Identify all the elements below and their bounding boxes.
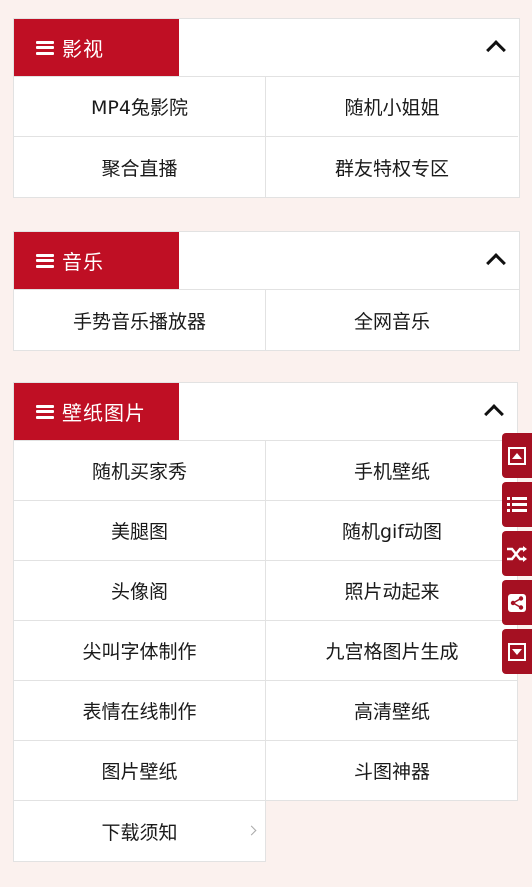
scroll-top-icon bbox=[508, 446, 526, 465]
link-item[interactable]: 全网音乐 bbox=[266, 290, 518, 350]
share-icon bbox=[508, 593, 526, 612]
chevron-right-icon bbox=[246, 825, 257, 836]
link-item[interactable]: 头像阁 bbox=[14, 561, 266, 621]
link-item[interactable]: 随机gif动图 bbox=[266, 501, 518, 561]
link-item[interactable]: 群友特权专区 bbox=[266, 137, 518, 197]
section-header[interactable]: 影视 bbox=[14, 19, 519, 77]
link-item[interactable]: 手机壁纸 bbox=[266, 441, 518, 501]
section-header[interactable]: 壁纸图片 bbox=[14, 383, 517, 441]
section-tag: 音乐 bbox=[14, 232, 179, 289]
link-item[interactable]: 尖叫字体制作 bbox=[14, 621, 266, 681]
link-grid: MP4兔影院 随机小姐姐 聚合直播 群友特权专区 bbox=[14, 77, 519, 197]
menu-icon bbox=[36, 40, 54, 55]
link-grid: 手势音乐播放器 全网音乐 bbox=[14, 290, 519, 350]
link-item[interactable]: 聚合直播 bbox=[14, 137, 266, 197]
link-item[interactable]: MP4兔影院 bbox=[14, 77, 266, 137]
shuffle-button[interactable] bbox=[502, 531, 532, 576]
link-item[interactable]: 随机小姐姐 bbox=[266, 77, 518, 137]
section-title: 壁纸图片 bbox=[62, 401, 146, 425]
list-button[interactable] bbox=[502, 482, 532, 527]
menu-icon bbox=[36, 253, 54, 268]
link-item[interactable]: 九宫格图片生成 bbox=[266, 621, 518, 681]
section-tag: 影视 bbox=[14, 19, 179, 76]
link-item[interactable]: 表情在线制作 bbox=[14, 681, 266, 741]
section-music: 音乐 手势音乐播放器 全网音乐 bbox=[13, 231, 520, 351]
shuffle-icon bbox=[507, 545, 527, 562]
section-title: 音乐 bbox=[62, 250, 104, 274]
scroll-bottom-icon bbox=[508, 642, 526, 661]
link-item[interactable]: 照片动起来 bbox=[266, 561, 518, 621]
scroll-top-button[interactable] bbox=[502, 433, 532, 478]
section-header[interactable]: 音乐 bbox=[14, 232, 519, 290]
link-item[interactable]: 随机买家秀 bbox=[14, 441, 266, 501]
link-item[interactable]: 图片壁纸 bbox=[14, 741, 266, 801]
chevron-up-icon[interactable] bbox=[484, 404, 504, 424]
section-wallpaper: 壁纸图片 随机买家秀 手机壁纸 美腿图 随机gif动图 头像阁 照片动起来 尖叫… bbox=[13, 382, 518, 862]
floating-toolbar bbox=[502, 433, 532, 678]
link-item[interactable]: 斗图神器 bbox=[266, 741, 518, 801]
section-title: 影视 bbox=[62, 37, 104, 61]
link-label: 下载须知 bbox=[101, 821, 178, 844]
chevron-up-icon[interactable] bbox=[486, 40, 506, 60]
link-item[interactable]: 美腿图 bbox=[14, 501, 266, 561]
link-item[interactable]: 手势音乐播放器 bbox=[14, 290, 266, 350]
menu-icon bbox=[36, 404, 54, 419]
section-tag: 壁纸图片 bbox=[14, 383, 179, 440]
section-video: 影视 MP4兔影院 随机小姐姐 聚合直播 群友特权专区 bbox=[13, 18, 520, 198]
link-item[interactable]: 高清壁纸 bbox=[266, 681, 518, 741]
link-item-download-notice[interactable]: 下载须知 bbox=[14, 801, 265, 861]
scroll-bottom-button[interactable] bbox=[502, 629, 532, 674]
link-grid: 随机买家秀 手机壁纸 美腿图 随机gif动图 头像阁 照片动起来 尖叫字体制作 … bbox=[14, 441, 518, 801]
list-icon bbox=[507, 496, 527, 512]
share-button[interactable] bbox=[502, 580, 532, 625]
chevron-up-icon[interactable] bbox=[486, 253, 506, 273]
